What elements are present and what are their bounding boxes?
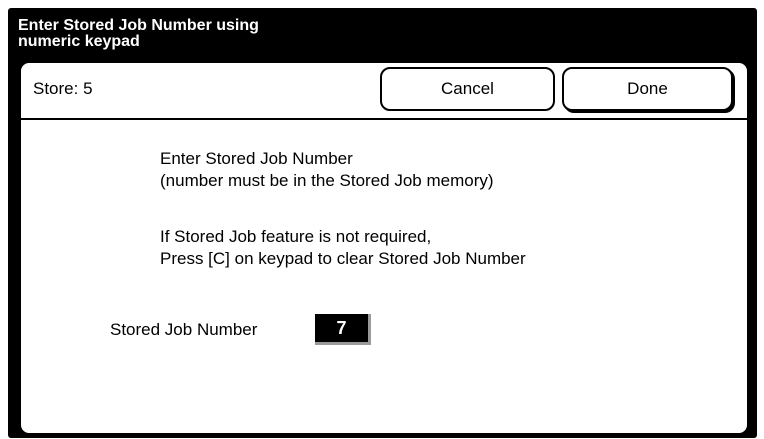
stored-job-number-field[interactable]: 7 <box>315 314 371 345</box>
done-button[interactable]: Done <box>562 67 733 111</box>
stored-job-number-label: Stored Job Number <box>110 320 258 339</box>
instruction-text: Enter Stored Job Number (number must be … <box>160 148 494 192</box>
instruction-line: If Stored Job feature is not required, <box>160 227 432 246</box>
store-label: Store: 5 <box>33 79 93 98</box>
dialog-title: Enter Stored Job Number using numeric ke… <box>18 17 259 50</box>
instruction-line: (number must be in the Stored Job memory… <box>160 171 494 190</box>
instruction-line: Enter Stored Job Number <box>160 149 353 168</box>
clear-instruction-text: If Stored Job feature is not required, P… <box>160 226 526 270</box>
cancel-button[interactable]: Cancel <box>380 67 555 111</box>
dialog-header: Store: 5 Cancel Done <box>21 63 747 120</box>
instruction-line: Press [C] on keypad to clear Stored Job … <box>160 249 526 268</box>
dialog-panel: Store: 5 Cancel Done Enter Stored Job Nu… <box>19 61 749 435</box>
